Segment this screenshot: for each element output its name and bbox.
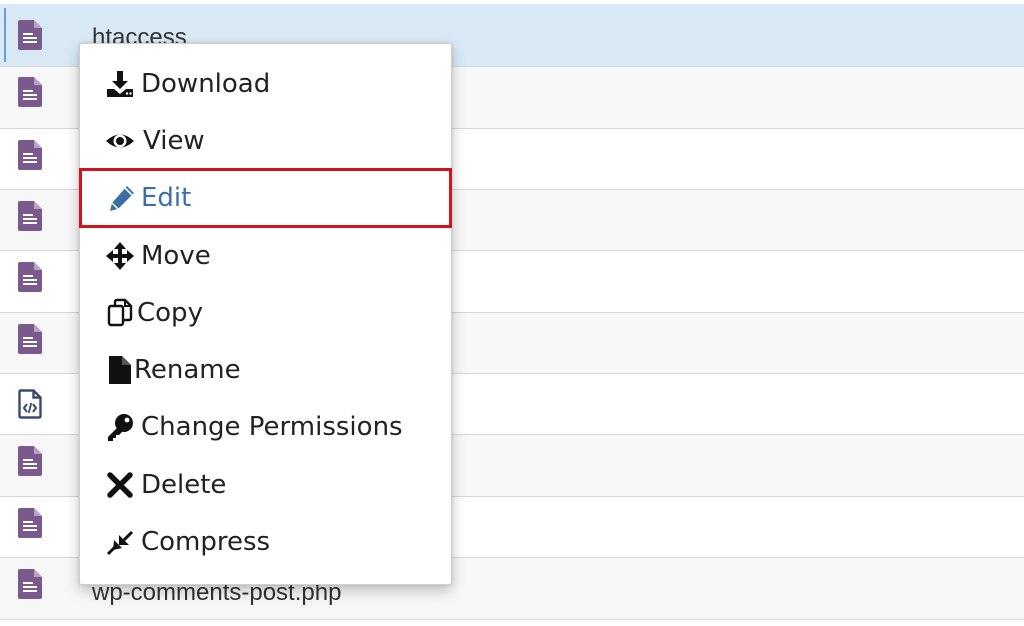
file-text-icon (18, 201, 42, 231)
file-text-icon (18, 324, 42, 354)
menu-item-download[interactable]: Download (80, 55, 451, 112)
menu-item-delete[interactable]: Delete (80, 456, 451, 513)
menu-item-label: Copy (137, 297, 203, 328)
file-text-icon (18, 508, 42, 538)
menu-item-rename[interactable]: Rename (80, 341, 451, 398)
menu-item-edit[interactable]: Edit (79, 168, 452, 228)
menu-item-move[interactable]: Move (80, 227, 451, 284)
move-arrows-icon (106, 241, 134, 270)
file-text-icon (18, 77, 42, 107)
compress-icon (106, 530, 134, 555)
file-text-icon (18, 262, 42, 292)
menu-item-label: Delete (141, 469, 227, 500)
context-menu: Download View Edit Move Copy Rename Chan… (79, 43, 452, 585)
pencil-icon (110, 186, 134, 211)
copy-icon (107, 298, 133, 326)
menu-item-label: Download (141, 68, 271, 99)
menu-item-label: Move (141, 240, 211, 271)
file-code-icon (18, 389, 42, 419)
file-icon (109, 355, 131, 384)
menu-item-label: Edit (141, 183, 192, 213)
menu-item-copy[interactable]: Copy (80, 284, 451, 341)
file-text-icon (18, 140, 42, 170)
menu-item-label: Rename (134, 354, 241, 385)
download-icon (107, 70, 133, 97)
menu-item-compress[interactable]: Compress (80, 513, 451, 570)
menu-item-view[interactable]: View (80, 112, 451, 169)
close-icon (107, 471, 133, 498)
file-text-icon (18, 569, 42, 599)
key-icon (108, 413, 133, 441)
menu-item-change-permissions[interactable]: Change Permissions (80, 398, 451, 455)
menu-item-label: Compress (141, 526, 271, 557)
file-text-icon (18, 446, 42, 476)
menu-item-label: Change Permissions (141, 411, 403, 442)
file-text-icon (18, 20, 42, 50)
menu-item-label: View (143, 125, 205, 156)
eye-icon (106, 134, 134, 147)
